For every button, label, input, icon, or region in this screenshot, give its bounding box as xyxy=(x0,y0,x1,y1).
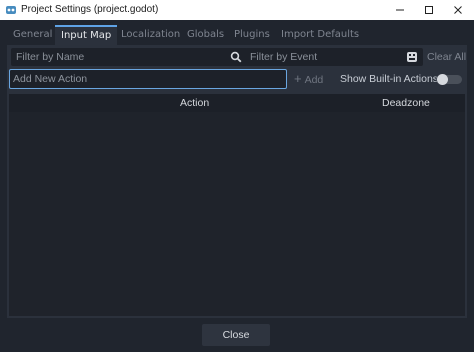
filter-by-name-placeholder: Filter by Name xyxy=(16,51,85,63)
tab-globals[interactable]: Globals xyxy=(187,25,224,45)
column-header-action[interactable]: Action xyxy=(180,94,209,112)
window-title: Project Settings (project.godot) xyxy=(21,4,159,15)
close-button[interactable]: Close xyxy=(202,324,270,346)
maximize-icon xyxy=(425,6,433,14)
close-icon xyxy=(454,6,462,14)
filter-by-name-input[interactable]: Filter by Name xyxy=(11,48,247,66)
input-map-panel: Filter by Name Filter by Event Clear All… xyxy=(7,45,467,318)
minimize-button[interactable] xyxy=(385,0,415,20)
godot-icon xyxy=(6,6,16,14)
tab-general[interactable]: General xyxy=(13,25,52,45)
actions-table-body[interactable] xyxy=(9,112,465,316)
tab-input-map[interactable]: Input Map xyxy=(55,25,118,45)
add-action-button[interactable]: + Add xyxy=(294,69,323,89)
add-new-action-placeholder: Add New Action xyxy=(13,73,88,85)
clear-all-button[interactable]: Clear All xyxy=(427,48,466,66)
close-window-button[interactable] xyxy=(443,0,473,20)
filter-by-event-placeholder: Filter by Event xyxy=(250,51,318,63)
minimize-icon xyxy=(396,9,404,11)
keyboard-icon[interactable] xyxy=(406,51,418,63)
maximize-button[interactable] xyxy=(414,0,444,20)
plus-icon: + xyxy=(294,71,302,86)
toggle-knob xyxy=(437,74,448,85)
tab-plugins[interactable]: Plugins xyxy=(234,25,270,45)
show-builtin-actions-label: Show Built-in Actions xyxy=(340,73,439,85)
filter-by-event-input[interactable]: Filter by Event xyxy=(245,48,423,66)
search-icon xyxy=(230,51,242,63)
title-bar: Project Settings (project.godot) xyxy=(0,0,474,20)
add-new-action-input[interactable]: Add New Action xyxy=(9,69,287,89)
actions-table-header: Action Deadzone xyxy=(9,94,465,112)
column-header-deadzone[interactable]: Deadzone xyxy=(382,94,430,112)
tab-import-defaults[interactable]: Import Defaults xyxy=(281,25,359,45)
show-builtin-actions-toggle[interactable] xyxy=(436,74,462,85)
add-action-label: Add xyxy=(304,74,324,86)
tab-localization[interactable]: Localization xyxy=(121,25,180,45)
